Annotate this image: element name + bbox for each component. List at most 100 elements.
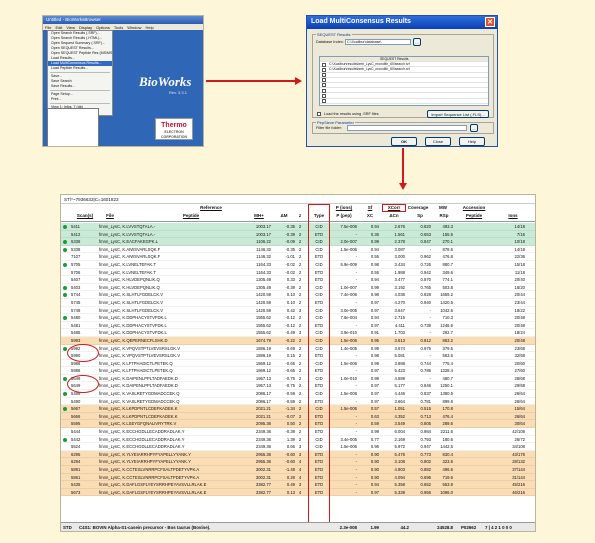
- cell-rsp: 899.6: [442, 398, 453, 404]
- cell-ions: 37/144: [512, 467, 525, 472]
- cell-ppep: -: [355, 398, 357, 404]
- col-xc[interactable]: XC: [361, 213, 379, 218]
- file-menu-item[interactable]: Load Peptide Results...: [48, 66, 112, 71]
- table-row[interactable]: 5336 fmnn_LysC, K.EACFAKEGPK.L 1106.22 -0.0…: [61, 238, 535, 246]
- table-row[interactable]: 5990 fmnn_LysC, K.VPQVSTPTLVEVSRSLGK.V 188…: [61, 352, 535, 360]
- table-row[interactable]: 5480 fmnn_LysC, K.DDPHACYSTVFDK.L 1555.62 -…: [61, 314, 535, 322]
- col-mh[interactable]: MH+: [247, 213, 271, 218]
- table-row[interactable]: 5744 fmnn_LysC, K.SLHTLFGDELCK.V 1420.59 0.…: [61, 291, 535, 299]
- table-row[interactable]: 5986 fmnn_LysC, K.LFTPHADICTLPETEK.Q 1869.…: [61, 367, 535, 375]
- file-menu-item[interactable]: Save Results...: [48, 84, 112, 89]
- close-icon[interactable]: ✕: [485, 17, 495, 27]
- col-dcn[interactable]: ΔCn: [383, 213, 405, 218]
- database-browse-button[interactable]: …: [413, 38, 421, 46]
- table-row[interactable]: 5666 fmnn_LysC, K.LKPDPNTLCDEFKADEK.K 2021…: [61, 412, 535, 421]
- cell-ppep: -: [355, 459, 357, 465]
- table-row[interactable]: 5490 fmnn_LysC, K.VASLRETYGDMADCCEK.Q 2086…: [61, 397, 535, 406]
- col-coverage[interactable]: Coverage: [405, 205, 431, 210]
- table-row[interactable]: 5407 fmnn_LysC, K.HLVDEPQNLIK.Q 1305.49 0.3…: [61, 276, 535, 284]
- table-row[interactable]: 5403 fmnn_LysC, K.HLVDEPQNLIK.Q 1305.49 -0.…: [61, 283, 535, 292]
- table-row[interactable]: 5338 fmnn_LysC, K.AIWSVARLSQK.F 1146.32 -0.…: [61, 245, 535, 254]
- cell-file-peptide: fmnn_LysC, K.DDPHACYSTVFDK.L: [99, 322, 219, 330]
- table-row[interactable]: 5749 fmnn_LysC, K.SLHTLFGDELCK.V 1420.59 0.…: [61, 306, 535, 315]
- row-checkbox[interactable]: [322, 88, 326, 93]
- cell-xc: 0.99: [370, 239, 379, 245]
- col-peptide-2[interactable]: Peptide: [457, 213, 491, 218]
- sequest-results-list[interactable]: SEQUEST Results C:\Xcalibur\results\bmb_…: [319, 56, 489, 106]
- table-row[interactable]: 5442 fmnn_LysC, K.ECCHGDLLECADDRADLAK.Y 23…: [61, 435, 535, 444]
- row-checkbox[interactable]: [322, 99, 326, 103]
- table-row[interactable]: 5412 fmnn_LysC, K.LVVSTQTALA.- 1003.17 -0.3…: [61, 230, 535, 239]
- table-row[interactable]: 5524 fmnn_LysC, K.ECCHGDLLECADDRADLAK.Y 23…: [61, 443, 535, 451]
- ok-button[interactable]: OK: [391, 137, 417, 146]
- protein-summary-row[interactable]: STD C4S1: BOVIN Alpha-S1-casein precurso…: [61, 522, 535, 531]
- col-peptide[interactable]: Peptide: [161, 213, 221, 218]
- cell-sp: 0.793: [420, 436, 431, 442]
- table-row[interactable]: 6295 fmnn_LysC, K.YLYEIARRHPYFYAPELLYYANK…: [61, 450, 535, 459]
- file-name: fmnn_LysC: [99, 269, 121, 275]
- cell-sp: 0.975: [420, 345, 431, 351]
- table-row[interactable]: 5481 fmnn_LysC, K.DDPHACYSTVFDK.L 1555.62 -…: [61, 321, 535, 330]
- table-row[interactable]: 5986 fmnn_LysC, K.LFTPHADICTLPETEK.Q 1869.…: [61, 359, 535, 368]
- table-row[interactable]: 5595 fmnn_LysC, K.LSEYGFQNALIVRYTRK.V 2095…: [61, 420, 535, 429]
- help-button[interactable]: Help: [459, 137, 485, 146]
- dialog-title-text: Load MultiConsensus Results: [311, 18, 411, 25]
- col-p-pep[interactable]: P (pep): [331, 213, 357, 218]
- table-row[interactable]: 5705 fmnn_LysC, K.LVNELTEFAK.T 1164.33 -0.0…: [61, 260, 535, 269]
- dialog-title: Load MultiConsensus Results ✕: [307, 16, 497, 29]
- row-checkbox[interactable]: [322, 78, 326, 83]
- row-checkbox[interactable]: [322, 67, 326, 72]
- table-row[interactable]: 6294 fmnn_LysC, K.YLYEIARRHPYFYAPELLYYANK…: [61, 458, 535, 466]
- table-row[interactable]: 5649 fmnn_LysC, K.DAIPENLPPLTADFAEDK.D 195…: [61, 382, 535, 391]
- import-sequence-list-button[interactable]: Import Sequence List (.FLS)...: [427, 110, 489, 118]
- col-sp[interactable]: Sp: [409, 213, 431, 218]
- row-checkbox[interactable]: [322, 62, 326, 67]
- col-z[interactable]: z: [297, 213, 303, 218]
- table-row[interactable]: 5649 fmnn_LysC, K.DAIPENLPPLTADFAEDK.D 195…: [61, 374, 535, 383]
- col-ions[interactable]: Ions: [501, 213, 525, 218]
- cell-mh: 2955.36: [255, 451, 271, 457]
- table-row[interactable]: 5861 fmnn_LysC, K.CCTESLVNRRPCFSALTPDETYV…: [61, 473, 535, 482]
- table-row[interactable]: 5444 fmnn_LysC, K.ECCHGDLLECADDRADLAK.Y 23…: [61, 428, 535, 436]
- database-index-field[interactable]: C:\Xcalibur\database\: [345, 39, 411, 45]
- table-row[interactable]: 5489 fmnn_LysC, K.VASLRETYGDMADCCEK.Q 2086…: [61, 390, 535, 398]
- table-row[interactable]: 5992 fmnn_LysC, K.VPQVSTPTLVEVSRSLGK.V 188…: [61, 344, 535, 353]
- table-row[interactable]: 5485 fmnn_LysC, K.DDPHACYSTVFDK.L 1555.62 -…: [61, 329, 535, 337]
- table-row[interactable]: 5411 fmnn_LysC, K.LVVSTQTALA.- 1003.17 -0.3…: [61, 223, 535, 231]
- col-mw[interactable]: MW: [433, 205, 453, 210]
- col-sf[interactable]: Sf: [361, 205, 379, 210]
- table-row[interactable]: 5993 fmnn_LysC, K.QEPERNECFLSHK.D 1674.79-…: [61, 336, 535, 345]
- table-row[interactable]: 5745 fmnn_LysC, K.SLHTLFGDELCK.V 1420.59 0.…: [61, 298, 535, 307]
- col-scan[interactable]: Scan(s): [71, 213, 99, 218]
- cell-file-peptide: fmnn_LysC, K.LVNELTEFAK.T: [99, 261, 219, 269]
- table-row[interactable]: 5891 fmnn_LysC, K.CCTESLVNRRPCFSALTPDETYV…: [61, 466, 535, 474]
- table-row[interactable]: 5673 fmnn_LysC, K.DAFLGSFLYEYSRRHPEYAVSVL…: [61, 488, 535, 497]
- cell-dcn: 4.903: [394, 467, 405, 472]
- sequest-result-row[interactable]: [320, 99, 488, 104]
- file-menu-item[interactable]: Print...: [48, 97, 112, 102]
- row-checkbox[interactable]: [322, 83, 326, 88]
- col-accession[interactable]: Accession: [457, 205, 491, 210]
- load-srf-checkbox[interactable]: [317, 112, 321, 116]
- col-dm[interactable]: ΔM: [273, 213, 295, 218]
- cell-mh: 1957.13: [255, 383, 271, 389]
- filter-folder-field[interactable]: [347, 125, 467, 131]
- cell-z: 2: [298, 269, 302, 275]
- col-rsp[interactable]: RSp: [435, 213, 453, 218]
- row-checkbox[interactable]: [322, 93, 326, 98]
- peptide-sequence: K.DDPHACYSTVFDK.L: [122, 322, 167, 328]
- load-srf-label: Load the results using .SRF files: [324, 112, 379, 116]
- table-row[interactable]: 7107 fmnn_LysC, K.AIWSVARLSQK.F 1146.32 -1.…: [61, 253, 535, 261]
- table-row[interactable]: 5706 fmnn_LysC, K.LVNELTEFAK.T 1164.33 -0.0…: [61, 268, 535, 277]
- col-file[interactable]: File: [99, 213, 121, 218]
- table-row[interactable]: 5667 fmnn_LysC, K.LKPDPNTLCDEFKADEK.K 2021…: [61, 405, 535, 413]
- cell-file-peptide: fmnn_LysC, K.DAIPENLPPLTADFAEDK.D: [99, 382, 219, 390]
- cell-sp: 0.781: [420, 398, 431, 404]
- close-button[interactable]: Close: [425, 137, 451, 146]
- table-row[interactable]: 5435 fmnn_LysC, K.DAFLGSFLYEYSRRHPEYAVSVL…: [61, 481, 535, 489]
- filter-browse-button[interactable]: …: [470, 124, 478, 132]
- col-p-ions[interactable]: P (ions): [331, 205, 357, 210]
- peptide-sequence: K.ECCHGDLLECADDRADLAK.Y: [122, 444, 185, 450]
- cell-rsp: 1380.5: [440, 391, 453, 397]
- row-checkbox[interactable]: [322, 73, 326, 78]
